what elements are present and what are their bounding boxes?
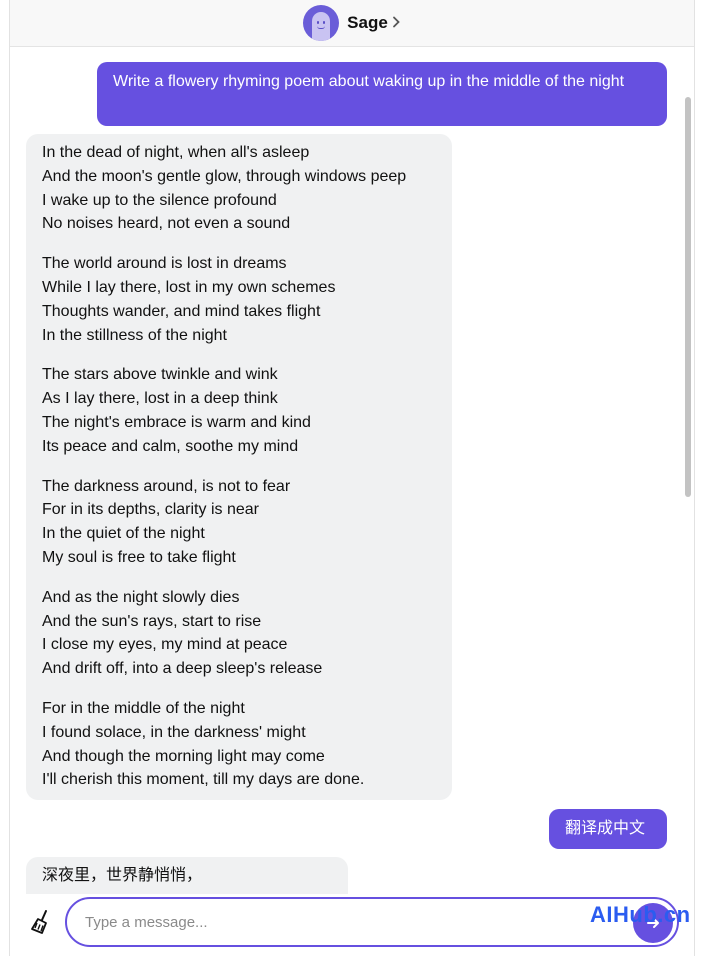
chat-header[interactable]: Sage (10, 0, 694, 47)
poem-line: I close my eyes, my mind at peace (42, 636, 288, 654)
poem-line: I wake up to the silence profound (42, 191, 277, 209)
poem-line: And drift off, into a deep sleep's relea… (42, 660, 323, 678)
message-input-wrapper (65, 897, 679, 947)
poem-line: I found solace, in the darkness' might (42, 723, 306, 741)
poem-line: As I lay there, lost in a deep think (42, 390, 278, 408)
chat-window: Sage Write a flowery rhyming poem about … (9, 0, 695, 956)
poem-line: And as the night slowly dies (42, 588, 240, 606)
bot-name[interactable]: Sage (347, 13, 388, 33)
user-message-text: Write a flowery rhyming poem about wakin… (113, 73, 625, 90)
poem-stanza: The stars above twinkle and wink As I lay… (42, 363, 436, 458)
poem-stanza: For in the middle of the night I found so… (42, 697, 436, 792)
poem-line: And the moon's gentle glow, through wind… (42, 167, 407, 185)
poem-line: The world around is lost in dreams (42, 255, 287, 273)
bot-message-text: 深夜里，世界静悄悄， (42, 867, 203, 884)
poem-line: The darkness around, is not to fear (42, 477, 291, 495)
user-message-text: 翻译成中文 (565, 820, 646, 837)
bot-message: 深夜里，世界静悄悄， (26, 857, 348, 894)
poem-line: And the sun's rays, start to rise (42, 612, 262, 630)
poem-line: For in its depths, clarity is near (42, 501, 259, 519)
user-message: Write a flowery rhyming poem about wakin… (97, 62, 667, 126)
poem-line: Its peace and calm, soothe my mind (42, 437, 299, 455)
poem-line: And though the morning light may come (42, 747, 325, 765)
poem-stanza: The darkness around, is not to fear For i… (42, 475, 436, 570)
poem-line: The night's embrace is warm and kind (42, 413, 311, 431)
broom-icon[interactable] (28, 908, 56, 936)
poem-line: I'll cherish this moment, till my days a… (42, 771, 365, 789)
message-list[interactable]: Write a flowery rhyming poem about wakin… (10, 47, 694, 894)
user-message: 翻译成中文 (549, 809, 667, 849)
chevron-right-icon[interactable] (392, 15, 401, 31)
message-input[interactable] (85, 909, 565, 935)
poem-line: In the dead of night, when all's asleep (42, 144, 310, 161)
poem-line: The stars above twinkle and wink (42, 366, 278, 384)
composer: AIHub.cn (10, 894, 694, 956)
watermark: AIHub.cn (590, 902, 691, 927)
bot-avatar (303, 5, 340, 41)
poem-line: My soul is free to take flight (42, 548, 236, 566)
poem-stanza: The world around is lost in dreams While … (42, 252, 436, 347)
poem-line: In the stillness of the night (42, 326, 227, 344)
poem-line: In the quiet of the night (42, 525, 205, 543)
bot-message: In the dead of night, when all's asleep A… (26, 134, 452, 800)
poem-stanza: And as the night slowly dies And the sun'… (42, 586, 436, 681)
poem-stanza: In the dead of night, when all's asleep A… (42, 141, 436, 236)
scrollbar-thumb[interactable] (685, 97, 691, 497)
poem-line: While I lay there, lost in my own scheme… (42, 278, 336, 296)
poem-line: Thoughts wander, and mind takes flight (42, 302, 321, 320)
poem-line: For in the middle of the night (42, 699, 245, 717)
poem-line: No noises heard, not even a sound (42, 215, 291, 233)
